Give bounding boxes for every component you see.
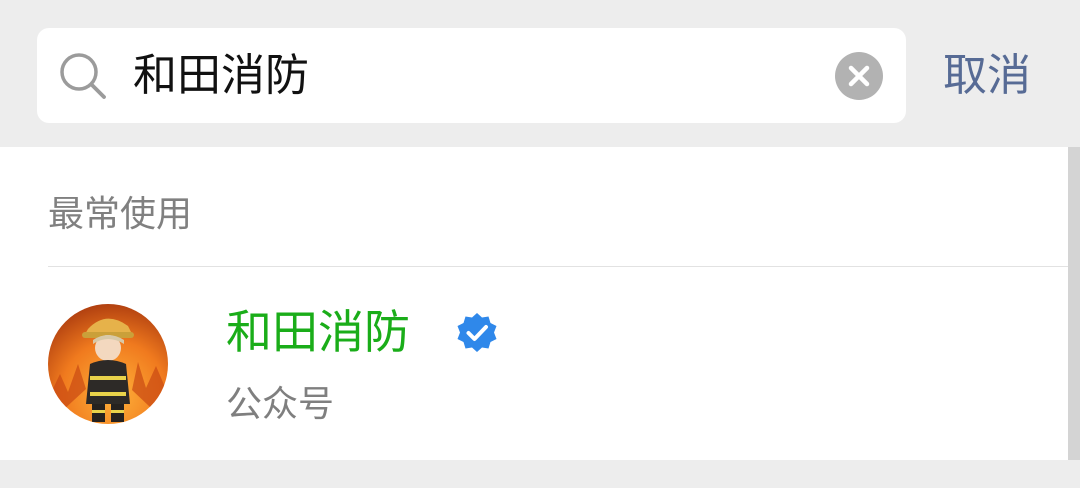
section-title: 最常使用 (48, 194, 193, 235)
search-icon (60, 53, 106, 99)
result-type: 公众号 (226, 384, 335, 425)
scrollbar[interactable] (1068, 147, 1080, 460)
cancel-button[interactable]: 取消 (943, 44, 1031, 108)
search-input[interactable]: 和田消防 (133, 44, 309, 108)
clear-search-button[interactable] (835, 52, 883, 100)
result-name[interactable]: 和田消防 (226, 300, 410, 364)
next-section (0, 488, 1080, 502)
clear-icon (848, 65, 870, 87)
section-gap (0, 460, 1080, 488)
firefighter-avatar-icon (48, 304, 168, 424)
verified-badge-icon (457, 313, 497, 352)
avatar (48, 304, 168, 424)
